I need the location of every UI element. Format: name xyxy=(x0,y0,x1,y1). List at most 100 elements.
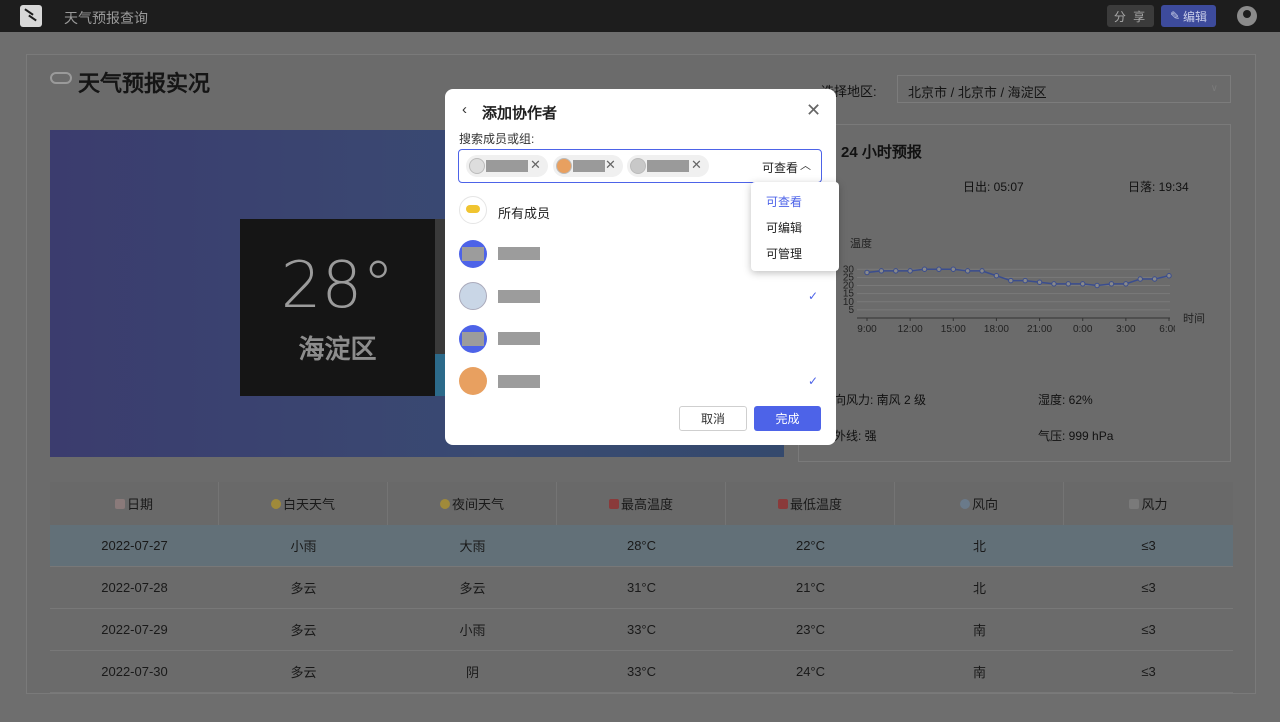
uv-stat: 外线: 强 xyxy=(834,429,877,443)
temperature-point xyxy=(921,266,928,272)
redacted-member-name[interactable] xyxy=(498,332,540,345)
permission-option-edit[interactable]: 可编辑 xyxy=(766,219,802,236)
permission-select[interactable]: 可查看 xyxy=(762,159,798,176)
chart-x-label: 时间 xyxy=(1183,313,1205,325)
group-icon xyxy=(466,205,480,213)
close-icon[interactable]: ✕ xyxy=(806,100,821,121)
temperature-point xyxy=(1123,281,1129,287)
permission-option-manage[interactable]: 可管理 xyxy=(766,245,802,262)
temperature-point xyxy=(1080,281,1086,287)
temperature-point xyxy=(878,268,885,274)
temperature-point xyxy=(893,268,899,274)
cell-wind-direction: 南 xyxy=(972,665,986,680)
table-row[interactable]: 2022-07-27 小雨 大雨 28°C 22°C 北 ≤3 xyxy=(50,525,1233,567)
region-value: 北京市 / 北京市 / 海淀区 xyxy=(908,85,1047,100)
calendar-icon xyxy=(114,498,125,509)
remove-tag-icon[interactable]: ✕ xyxy=(530,157,541,173)
temperature-point xyxy=(1094,282,1100,289)
wind-stat: 向风力: 南风 2 级 xyxy=(834,393,927,407)
compass-icon xyxy=(959,498,970,509)
header-min-temp: 最低温度 xyxy=(726,482,895,525)
cell-wind-force: ≤3 xyxy=(1141,664,1156,679)
cell-max-temp: 31°C xyxy=(626,580,657,595)
cell-wind-force: ≤3 xyxy=(1141,622,1156,637)
forecast-table: 日期 白天天气 夜间天气 最高温度 最低温度 风向 风力 2022-07-27 … xyxy=(50,482,1233,693)
remove-tag-icon[interactable]: ✕ xyxy=(691,157,702,173)
cell-wind-direction: 南 xyxy=(972,623,986,638)
chevron-down-icon: ∨ xyxy=(1210,83,1218,94)
done-button[interactable]: 完成 xyxy=(754,406,821,431)
temperature-point xyxy=(1008,277,1014,284)
current-temperature-card: 28° 海淀区 xyxy=(240,219,435,396)
redacted-member-name[interactable] xyxy=(498,247,540,260)
header-day-weather: 白天天气 xyxy=(219,482,388,525)
permission-option-view[interactable]: 可查看 xyxy=(766,193,802,210)
temperature-point xyxy=(1065,281,1072,287)
header-wind-direction: 风向 xyxy=(895,482,1064,525)
temperature-point xyxy=(964,268,971,274)
region-select[interactable]: 北京市 / 北京市 / 海淀区 ∨ xyxy=(897,75,1231,103)
temperature-point xyxy=(1166,273,1172,279)
table-row[interactable]: 2022-07-28 多云 多云 31°C 21°C 北 ≤3 xyxy=(50,567,1233,609)
all-members-option[interactable]: 所有成员 xyxy=(498,203,550,222)
sun-icon xyxy=(270,498,281,509)
cell-max-temp: 28°C xyxy=(626,538,657,553)
edit-button[interactable]: ✎ 编辑 xyxy=(1161,5,1216,27)
cell-max-temp: 33°C xyxy=(626,622,657,637)
back-icon[interactable]: ‹ xyxy=(462,101,467,118)
cell-date: 2022-07-30 xyxy=(101,664,168,679)
table-header: 日期 白天天气 夜间天气 最高温度 最低温度 风向 风力 xyxy=(50,482,1233,525)
selected-member-tag: ✕ xyxy=(627,155,709,177)
x-tick-label: 15:00 xyxy=(941,324,966,335)
flag-icon xyxy=(1129,498,1140,509)
table-row[interactable]: 2022-07-29 多云 小雨 33°C 23°C 南 ≤3 xyxy=(50,609,1233,651)
selected-member-tag: ✕ xyxy=(466,155,548,177)
temperature-point xyxy=(950,266,956,272)
temperature-point xyxy=(1036,279,1043,285)
cell-date: 2022-07-28 xyxy=(101,580,168,595)
redacted-member-name[interactable] xyxy=(498,290,540,303)
cell-max-temp: 33°C xyxy=(626,664,657,679)
thermometer-high-icon xyxy=(608,498,619,509)
cell-night-weather: 大雨 xyxy=(459,539,486,554)
cell-min-temp: 23°C xyxy=(795,622,826,637)
y-tick-label: 5 xyxy=(848,305,854,316)
header-max-temp: 最高温度 xyxy=(557,482,726,525)
temperature-point xyxy=(936,266,942,272)
x-tick-label: 21:00 xyxy=(1027,324,1052,335)
sunset-time: 日落: 19:34 xyxy=(1128,180,1189,194)
redacted-avatar-label xyxy=(462,332,484,346)
thermometer-low-icon xyxy=(777,498,788,509)
avatar xyxy=(459,367,487,395)
header-night-weather: 夜间天气 xyxy=(388,482,557,525)
temperature-point xyxy=(1108,281,1115,287)
share-button[interactable]: 分 享 xyxy=(1107,5,1154,27)
remove-tag-icon[interactable]: ✕ xyxy=(605,157,616,173)
avatar xyxy=(459,282,487,310)
cell-min-temp: 22°C xyxy=(795,538,826,553)
check-icon: ✓ xyxy=(808,374,819,388)
temperature-line-chart: 302520151059:00 12:00 15:00 18:00 21:00 0:00 3… xyxy=(843,264,1175,335)
cell-wind-force: ≤3 xyxy=(1141,538,1156,553)
cancel-button[interactable]: 取消 xyxy=(679,406,747,431)
cell-day-weather: 多云 xyxy=(290,581,317,596)
table-row[interactable]: 2022-07-30 多云 阴 33°C 24°C 南 ≤3 xyxy=(50,651,1233,693)
chart-y-label: 温度 xyxy=(850,238,872,250)
avatar xyxy=(469,158,485,174)
sunrise-time: 日出: 05:07 xyxy=(963,180,1024,194)
search-label: 搜索成员或组: xyxy=(459,132,535,146)
temperature-point xyxy=(1022,277,1028,284)
pressure-stat: 气压: 999 hPa xyxy=(1038,429,1114,443)
redacted-member-name[interactable] xyxy=(498,375,540,388)
avatar xyxy=(630,158,646,174)
temperature-point xyxy=(993,273,1000,279)
app-logo-icon xyxy=(20,5,42,27)
redacted-avatar-label xyxy=(462,247,484,261)
avatar xyxy=(556,158,572,174)
cell-min-temp: 21°C xyxy=(795,580,826,595)
cell-night-weather: 多云 xyxy=(459,581,486,596)
user-avatar-icon[interactable] xyxy=(1237,6,1257,26)
chevron-up-icon[interactable]: ︿ xyxy=(800,157,811,173)
pencil-icon: ✎ xyxy=(1169,9,1181,23)
edit-label: 编辑 xyxy=(1183,9,1208,24)
